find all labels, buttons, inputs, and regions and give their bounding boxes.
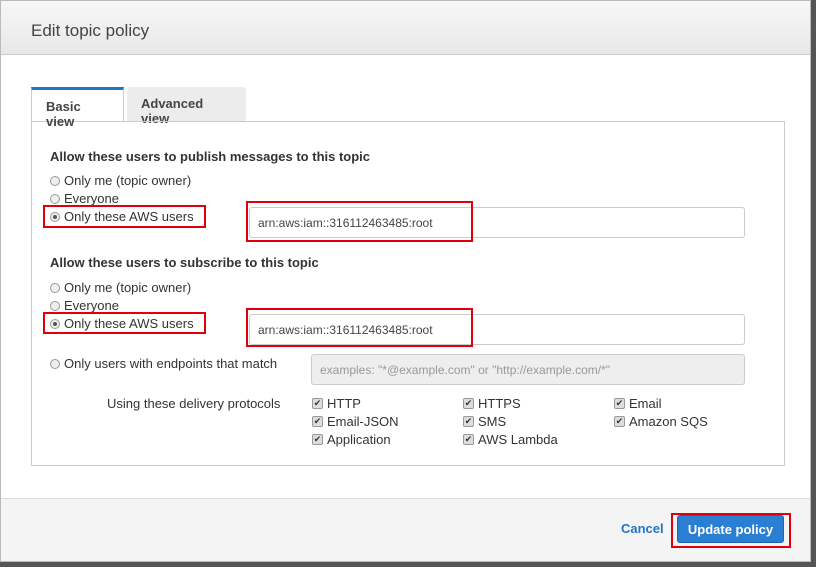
checkbox-sms[interactable]: ✔ SMS (463, 414, 506, 429)
highlight-box (246, 201, 473, 242)
checkbox-label: Amazon SQS (629, 414, 708, 429)
checkbox-application[interactable]: ✔ Application (312, 432, 391, 447)
subscribe-radio-endpoints[interactable]: Only users with endpoints that match (50, 356, 277, 371)
checkbox-https[interactable]: ✔ HTTPS (463, 396, 521, 411)
checkbox-http[interactable]: ✔ HTTP (312, 396, 361, 411)
checkbox-label: Application (327, 432, 391, 447)
checkbox-label: HTTPS (478, 396, 521, 411)
checkbox-email[interactable]: ✔ Email (614, 396, 662, 411)
radio-icon (50, 175, 60, 186)
highlight-box (671, 513, 791, 548)
highlight-box (43, 312, 206, 334)
radio-icon (50, 193, 60, 204)
checkbox-checked-icon: ✔ (463, 416, 474, 427)
checkbox-email-json[interactable]: ✔ Email-JSON (312, 414, 399, 429)
checkbox-label: AWS Lambda (478, 432, 558, 447)
checkbox-checked-icon: ✔ (312, 416, 323, 427)
radio-label: Everyone (64, 191, 119, 206)
checkbox-checked-icon: ✔ (463, 434, 474, 445)
checkbox-checked-icon: ✔ (312, 398, 323, 409)
protocols-label: Using these delivery protocols (107, 396, 281, 411)
checkbox-aws-lambda[interactable]: ✔ AWS Lambda (463, 432, 558, 447)
cancel-button[interactable]: Cancel (621, 521, 664, 536)
dialog-title: Edit topic policy (31, 21, 150, 40)
checkbox-label: Email (629, 396, 662, 411)
checkbox-amazon-sqs[interactable]: ✔ Amazon SQS (614, 414, 708, 429)
radio-icon (50, 300, 60, 311)
endpoint-match-input[interactable]: examples: "*@example.com" or "http://exa… (311, 354, 745, 385)
checkbox-label: SMS (478, 414, 507, 429)
radio-label: Only me (topic owner) (64, 173, 192, 188)
subscribe-radio-only-me[interactable]: Only me (topic owner) (50, 280, 191, 295)
tab-basic-view[interactable]: Basic view (31, 87, 124, 129)
publish-radio-only-me[interactable]: Only me (topic owner) (50, 173, 191, 188)
subscribe-heading: Allow these users to subscribe to this t… (50, 255, 319, 270)
checkbox-checked-icon: ✔ (614, 416, 625, 427)
radio-icon (50, 282, 60, 293)
checkbox-checked-icon: ✔ (463, 398, 474, 409)
edit-topic-policy-dialog: Edit topic policy Basic view Advanced vi… (0, 0, 811, 562)
checkbox-label: Email-JSON (327, 414, 399, 429)
subscribe-radio-everyone[interactable]: Everyone (50, 298, 119, 313)
dialog-footer: Cancel Update policy (1, 498, 810, 561)
publish-heading: Allow these users to publish messages to… (50, 149, 371, 164)
radio-label: Everyone (64, 298, 119, 313)
tab-advanced-view[interactable]: Advanced view (127, 87, 246, 126)
dialog-header: Edit topic policy (1, 1, 810, 55)
highlight-box (246, 308, 473, 347)
highlight-box (43, 205, 206, 228)
publish-radio-everyone[interactable]: Everyone (50, 191, 119, 206)
checkbox-checked-icon: ✔ (614, 398, 625, 409)
checkbox-checked-icon: ✔ (312, 434, 323, 445)
checkbox-label: HTTP (327, 396, 361, 411)
radio-label: Only users with endpoints that match (64, 356, 278, 371)
radio-icon (50, 358, 60, 369)
radio-label: Only me (topic owner) (64, 280, 192, 295)
